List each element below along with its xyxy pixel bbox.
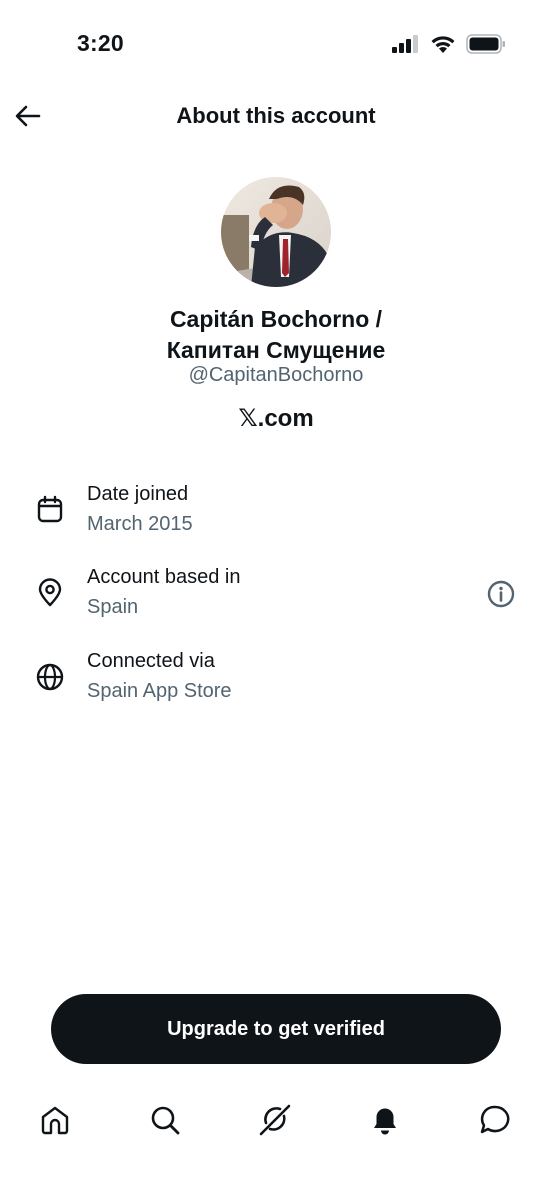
status-bar: 3:20 [0,0,552,90]
globe-icon [36,663,64,691]
info-icon[interactable] [486,579,516,609]
search-icon [151,1106,180,1135]
messages-icon [480,1105,510,1134]
location-pin-icon [38,578,62,607]
notifications-bell-icon [374,1108,396,1135]
page-title: About this account [176,103,376,128]
info-row-connected-via: Connected via Spain App Store [0,650,552,720]
nav-grok[interactable] [255,1100,295,1140]
grok-icon [259,1104,291,1136]
profile-photo [221,177,331,287]
info-label: Account based in [87,566,241,588]
account-handle: @CapitanBochorno [188,364,364,386]
display-name-line2: Капитан Смущение [166,337,386,363]
nav-messages[interactable] [475,1100,515,1140]
upgrade-verified-button[interactable]: Upgrade to get verified [51,994,501,1064]
info-label: Date joined [87,483,189,505]
home-icon [41,1106,69,1135]
info-value: March 2015 [87,513,193,535]
nav-search[interactable] [145,1100,185,1140]
bottom-nav [0,1090,552,1150]
calendar-icon [37,495,63,523]
info-row-date-joined: Date joined March 2015 [0,483,552,553]
status-time: 3:20 [77,30,124,56]
info-value: Spain [87,596,139,618]
status-icons [392,34,506,54]
nav-home[interactable] [35,1100,75,1140]
display-name: Capitán Bochorno / Капитан Смущение [60,304,492,366]
info-row-account-based-in: Account based in Spain [0,566,552,636]
info-value: Spain App Store [87,680,232,702]
cellular-signal-icon [392,35,418,53]
avatar[interactable] [221,177,331,287]
display-name-line1: Capitán Bochorno / [169,306,383,332]
wifi-icon [431,36,455,53]
battery-icon [466,34,505,54]
nav-notifications[interactable] [365,1100,405,1140]
site-name: 𝕏.com [238,405,314,432]
info-label: Connected via [87,650,215,672]
header: About this account [0,90,552,142]
